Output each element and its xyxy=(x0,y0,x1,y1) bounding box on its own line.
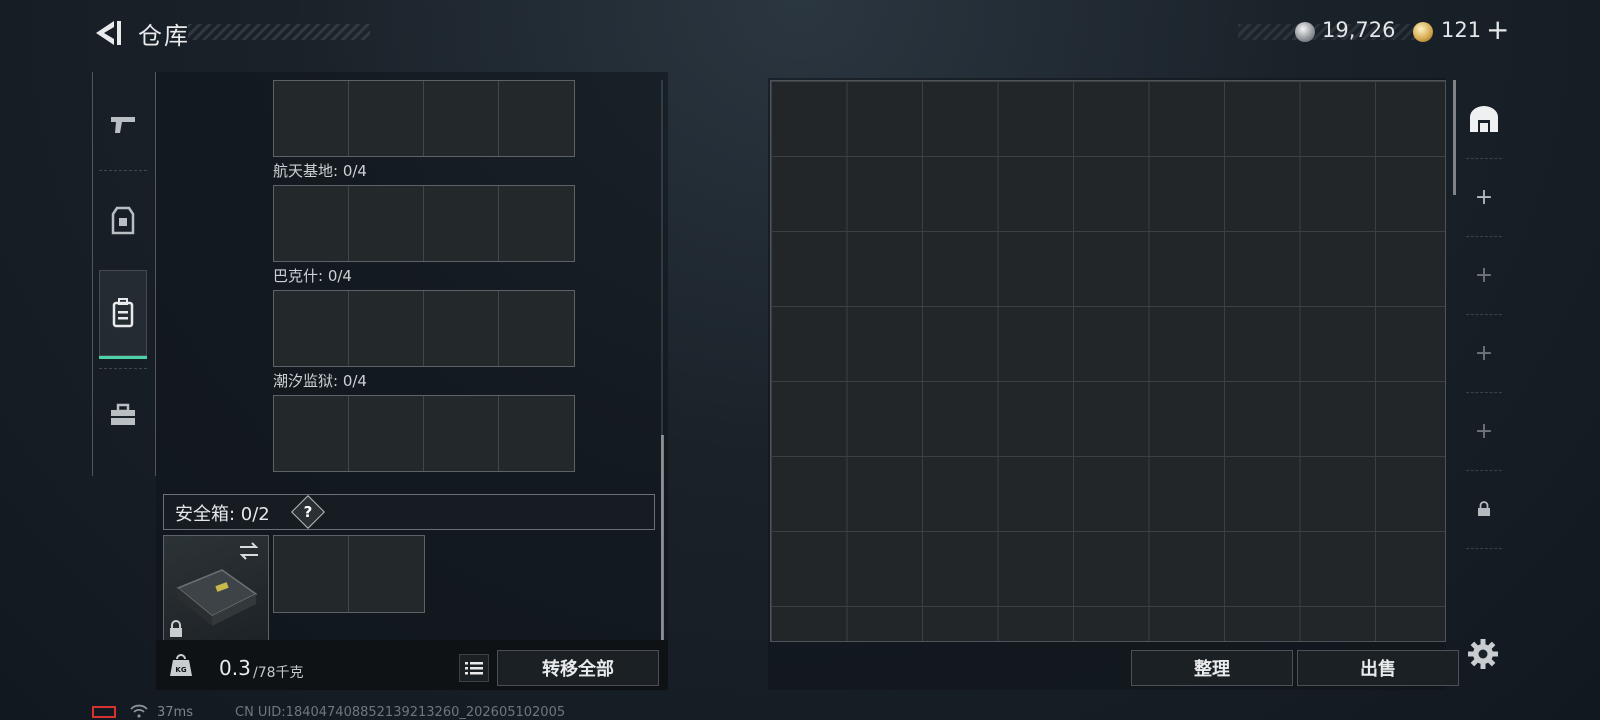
stash-grid[interactable] xyxy=(770,80,1446,642)
stash-tab-main[interactable] xyxy=(1460,80,1508,158)
category-armor[interactable] xyxy=(99,178,147,264)
list-view-button[interactable] xyxy=(459,654,489,682)
wifi-icon xyxy=(130,704,148,718)
add-icon: + xyxy=(1474,340,1494,366)
pistol-icon xyxy=(111,117,135,133)
category-sidebar xyxy=(92,72,156,476)
back-button[interactable] xyxy=(92,18,122,48)
section-label-aerospace-base: 航天基地: 0/4 xyxy=(273,162,367,180)
slot-grid-tide-prison[interactable] xyxy=(273,395,575,472)
battery-icon xyxy=(92,706,116,718)
category-backpack[interactable] xyxy=(99,270,147,359)
safe-box-label: 安全箱: 0/2 xyxy=(175,504,270,525)
sell-button[interactable]: 出售 xyxy=(1297,650,1459,686)
slot-grid-bakhsh[interactable] xyxy=(273,290,575,367)
section-label-tide-prison: 潮汐监狱: 0/4 xyxy=(273,372,367,390)
list-icon xyxy=(465,662,483,675)
slot-grid-aerospace-base[interactable] xyxy=(273,185,575,262)
transfer-all-button[interactable]: 转移全部 xyxy=(497,650,659,686)
armor-vest-icon xyxy=(111,206,135,235)
backpack-icon xyxy=(112,298,134,328)
gold-coin-icon xyxy=(1413,22,1433,42)
slot-grid-top[interactable] xyxy=(273,80,575,157)
weight-current: 0.3 xyxy=(219,656,251,680)
silver-currency-amount: 19,726 xyxy=(1322,18,1396,42)
stash-tab-add-1[interactable]: + xyxy=(1460,158,1508,236)
ping-readout: 37ms xyxy=(157,705,193,720)
gold-currency-amount: 121 xyxy=(1441,18,1482,42)
stash-house-icon xyxy=(1470,106,1498,132)
weight-max: /78千克 xyxy=(253,665,304,681)
stash-tab-add-4[interactable]: + xyxy=(1460,392,1508,470)
add-icon: + xyxy=(1474,262,1494,288)
stash-scrollbar-thumb[interactable] xyxy=(1453,80,1456,195)
stash-page-tabs: + + + + xyxy=(1460,78,1508,644)
add-icon: + xyxy=(1474,184,1494,210)
add-icon: + xyxy=(1474,418,1494,444)
silver-coin-icon xyxy=(1295,22,1315,42)
container-scrollbar-thumb[interactable] xyxy=(661,435,664,640)
safe-box-slots[interactable] xyxy=(273,535,425,613)
swap-icon xyxy=(239,542,259,560)
help-icon: ? xyxy=(303,503,313,521)
lock-icon xyxy=(170,620,182,637)
weight-icon: KG xyxy=(170,654,192,676)
add-gold-button[interactable]: + xyxy=(1486,13,1509,46)
section-label-bakhsh: 巴克什: 0/4 xyxy=(273,267,352,285)
svg-text:KG: KG xyxy=(175,666,186,674)
sort-button[interactable]: 整理 xyxy=(1131,650,1293,686)
toolbox-icon xyxy=(111,403,135,425)
lock-icon xyxy=(1478,501,1490,516)
stash-tab-add-3[interactable]: + xyxy=(1460,314,1508,392)
safe-box-item[interactable] xyxy=(163,535,269,642)
user-uid: CN UID:18404740885213921326​0_2026051020… xyxy=(235,705,566,720)
back-arrow-icon xyxy=(96,21,121,45)
category-tools[interactable] xyxy=(99,372,147,458)
stash-tab-add-2[interactable]: + xyxy=(1460,236,1508,314)
category-weapons[interactable] xyxy=(99,82,147,168)
stash-tab-locked[interactable] xyxy=(1460,470,1508,548)
settings-gear-icon[interactable] xyxy=(1467,638,1499,670)
title-decoration xyxy=(188,24,370,40)
page-title: 仓库 xyxy=(138,22,190,50)
